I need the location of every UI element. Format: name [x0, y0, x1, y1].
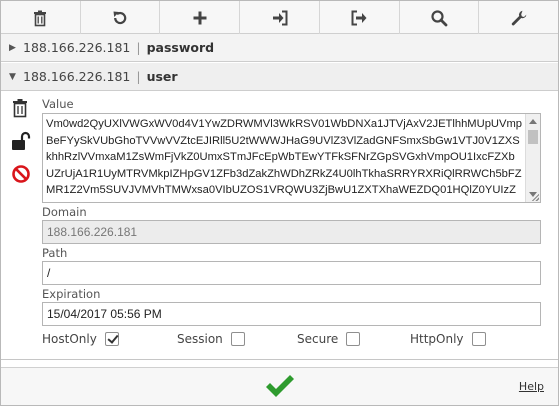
sign-out-icon	[351, 10, 367, 25]
sign-in-icon	[272, 10, 288, 25]
value-label: Value	[42, 97, 74, 111]
divider	[1, 359, 558, 360]
expanded-arrow-icon[interactable]: ▼	[9, 72, 23, 82]
domain-field: 188.166.226.181	[42, 220, 541, 244]
cookie-separator: |	[136, 69, 141, 84]
footer: Help	[1, 367, 558, 405]
value-scrollbar[interactable]	[525, 114, 540, 202]
path-field[interactable]: /	[42, 261, 541, 285]
value-textarea[interactable]: Vm0wd2QyUXlVWGxWV0d4V1YwZDRWMVl3WkRSV01W…	[42, 113, 541, 203]
trash-icon	[34, 10, 47, 26]
cookie-name: user	[146, 69, 178, 84]
cookie-domain: 188.166.226.181	[23, 40, 131, 55]
secure-option[interactable]: Secure	[297, 332, 361, 346]
hostonly-checkbox[interactable]	[104, 332, 119, 346]
options-button[interactable]	[479, 1, 558, 34]
session-option[interactable]: Session	[177, 332, 245, 346]
cookie-row-password[interactable]: ▶ 188.166.226.181 | password	[1, 34, 558, 62]
hostonly-label: HostOnly	[42, 332, 97, 346]
delete-all-button[interactable]	[1, 1, 81, 34]
secure-label: Secure	[297, 332, 339, 346]
httponly-option[interactable]: HttpOnly	[410, 332, 486, 346]
httponly-label: HttpOnly	[410, 332, 464, 346]
session-label: Session	[177, 332, 223, 346]
protect-cookie-button[interactable]	[11, 131, 31, 154]
cookie-detail-panel: Value Vm0wd2QyUXlVWGxWV0d4V1YwZDRWMVl3Wk…	[1, 92, 558, 358]
cookie-domain: 188.166.226.181	[23, 69, 131, 84]
expiration-field[interactable]: 15/04/2017 05:56 PM	[42, 302, 541, 326]
domain-label: Domain	[42, 205, 87, 219]
scroll-up-arrow-icon[interactable]	[529, 119, 537, 124]
add-cookie-button[interactable]	[160, 1, 241, 34]
delete-cookie-button[interactable]	[11, 98, 31, 121]
secure-checkbox[interactable]	[346, 332, 361, 346]
toolbar	[1, 1, 558, 34]
cookie-name: password	[146, 40, 215, 55]
cookie-flags: HostOnly Session Secure HttpOnly	[42, 332, 522, 352]
import-button[interactable]	[240, 1, 320, 34]
search-button[interactable]	[400, 1, 480, 34]
hostonly-option[interactable]: HostOnly	[42, 332, 119, 346]
export-button[interactable]	[320, 1, 400, 34]
trash-icon	[13, 99, 27, 118]
collapsed-arrow-icon[interactable]: ▶	[9, 43, 23, 53]
save-button[interactable]	[264, 374, 296, 403]
help-link[interactable]: Help	[519, 380, 544, 393]
plus-icon	[193, 11, 207, 24]
httponly-checkbox[interactable]	[471, 332, 486, 346]
refresh-button[interactable]	[81, 1, 161, 34]
value-text[interactable]: Vm0wd2QyUXlVWGxWV0d4V1YwZDRWMVl3WkRSV01W…	[46, 116, 522, 202]
refresh-icon	[113, 11, 127, 24]
scroll-thumb[interactable]	[528, 130, 538, 144]
block-icon	[12, 165, 30, 183]
path-label: Path	[42, 246, 68, 260]
cookie-row-user[interactable]: ▼ 188.166.226.181 | user	[1, 63, 558, 91]
unlock-icon	[12, 131, 31, 150]
search-icon	[431, 9, 448, 26]
block-cookie-button[interactable]	[11, 164, 31, 187]
expiration-label: Expiration	[42, 287, 101, 301]
resize-grip-icon[interactable]	[531, 193, 539, 201]
cookie-actions	[11, 98, 31, 197]
cookie-separator: |	[136, 40, 141, 55]
checkmark-icon	[266, 375, 294, 397]
wrench-icon	[511, 10, 527, 25]
session-checkbox[interactable]	[230, 332, 245, 346]
cookie-editor-window: ▶ 188.166.226.181 | password ▼ 188.166.2…	[0, 0, 559, 406]
